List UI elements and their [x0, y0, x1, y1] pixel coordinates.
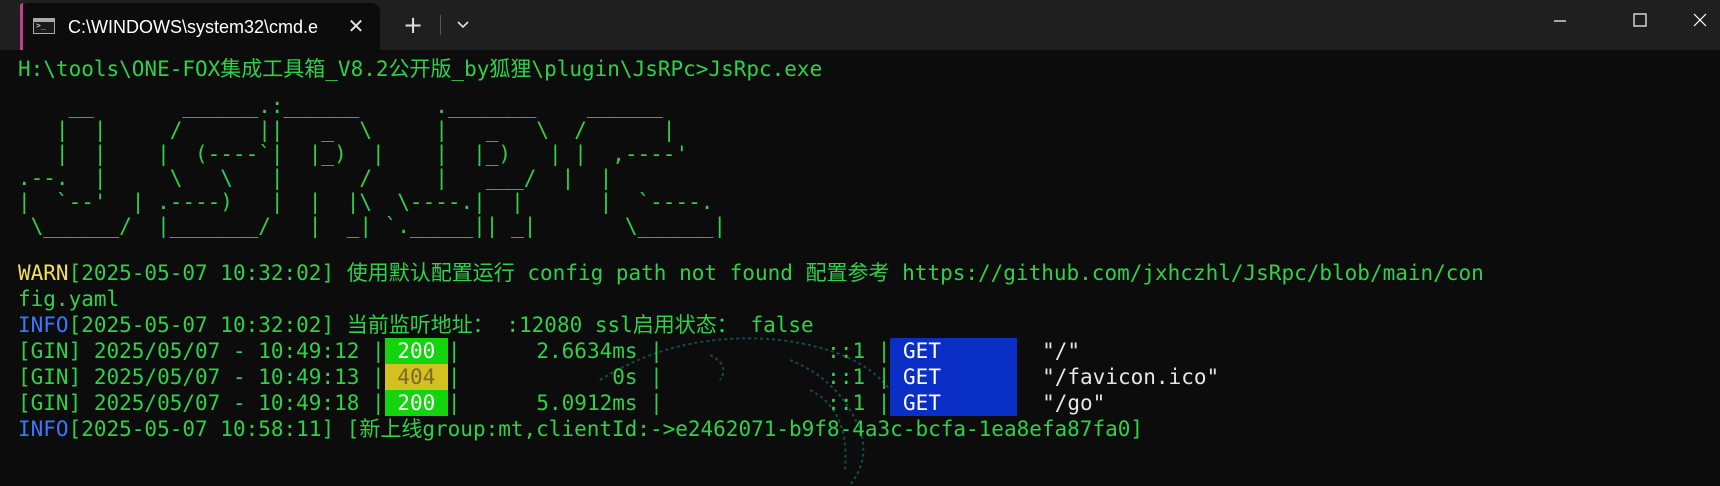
log-info-text: [2025-05-07 10:58:11] [新上线group:mt,clien… — [68, 417, 1144, 441]
log-info-line: INFO[2025-05-07 10:58:11] [新上线group:mt,c… — [18, 416, 1143, 442]
gin-ip: ::1 | — [662, 391, 891, 415]
banner-line: | | / || _ \ | _ \ / | — [18, 118, 676, 142]
gin-latency: | 0s | — [447, 365, 663, 389]
status-badge-200: 200 — [384, 390, 448, 416]
banner-line: | `--' | .----) | | |\ \----.| | | `----… — [18, 190, 714, 214]
cmd-terminal-icon — [33, 18, 55, 34]
gin-prefix: [GIN] 2025/05/07 - 10:49:13 | — [18, 365, 385, 389]
gin-log-row: [GIN] 2025/05/07 - 10:49:13 | 404 | 0s |… — [18, 364, 1219, 390]
gin-ip: ::1 | — [662, 339, 891, 363]
gin-latency: | 5.0912ms | — [447, 391, 663, 415]
title-bar: C:\WINDOWS\system32\cmd.e ✕ + — [0, 0, 1720, 50]
jsrpc-ascii-banner: __ ______.:______ ._______ ______ | | / … — [18, 94, 726, 238]
minimize-icon[interactable] — [1520, 0, 1600, 42]
chevron-down-icon[interactable] — [448, 10, 478, 40]
log-warn-line: WARN[2025-05-07 10:32:02] 使用默认配置运行 confi… — [18, 260, 1484, 286]
log-warn-wrap: fig.yaml — [18, 287, 120, 311]
close-icon[interactable] — [1680, 0, 1720, 42]
banner-line: \______/ |_______/ | _| `._____|| _| \__… — [18, 214, 727, 238]
log-warn-text: [2025-05-07 10:32:02] 使用默认配置运行 config pa… — [68, 261, 1484, 285]
tab-active-indicator — [20, 3, 23, 50]
tab-close-icon[interactable]: ✕ — [342, 12, 370, 40]
gin-ip: ::1 | — [662, 365, 891, 389]
maximize-icon[interactable] — [1600, 0, 1680, 42]
log-info-text: [2025-05-07 10:32:02] 当前监听地址： :12080 ssl… — [68, 313, 814, 337]
gin-log-row: [GIN] 2025/05/07 - 10:49:18 | 200 | 5.09… — [18, 390, 1105, 416]
log-info-line: INFO[2025-05-07 10:32:02] 当前监听地址： :12080… — [18, 312, 814, 338]
method-badge-get: GET — [890, 364, 1017, 390]
command-line: H:\tools\ONE-FOX集成工具箱_V8.2公开版_by狐狸\plugi… — [18, 57, 823, 81]
gin-prefix: [GIN] 2025/05/07 - 10:49:18 | — [18, 391, 385, 415]
method-badge-get: GET — [890, 338, 1017, 364]
status-badge-404: 404 — [384, 364, 448, 390]
tab-cmd[interactable]: C:\WINDOWS\system32\cmd.e ✕ — [20, 3, 380, 50]
tab-separator — [440, 15, 441, 35]
gin-path: "/favicon.ico" — [1016, 365, 1220, 389]
banner-line: __ ______.:______ ._______ ______ — [18, 94, 663, 118]
terminal-output[interactable]: H:\tools\ONE-FOX集成工具箱_V8.2公开版_by狐狸\plugi… — [0, 50, 1720, 486]
log-level-warn: WARN — [18, 261, 69, 285]
gin-latency: | 2.6634ms | — [447, 339, 663, 363]
terminal-window: C:\WINDOWS\system32\cmd.e ✕ + — [0, 0, 1720, 486]
tab-title: C:\WINDOWS\system32\cmd.e — [68, 17, 319, 37]
gin-path: "/go" — [1016, 391, 1106, 415]
banner-line: .--. | \ \ | / | ___/ | | — [18, 166, 613, 190]
banner-line: | | | (----`| |_) | | |_) | | ,----' — [18, 142, 689, 166]
gin-path: "/" — [1016, 339, 1081, 363]
gin-prefix: [GIN] 2025/05/07 - 10:49:12 | — [18, 339, 385, 363]
log-level-info: INFO — [18, 313, 69, 337]
status-badge-200: 200 — [384, 338, 448, 364]
new-tab-button[interactable]: + — [398, 10, 428, 40]
method-badge-get: GET — [890, 390, 1017, 416]
log-level-info: INFO — [18, 417, 69, 441]
gin-log-row: [GIN] 2025/05/07 - 10:49:12 | 200 | 2.66… — [18, 338, 1080, 364]
